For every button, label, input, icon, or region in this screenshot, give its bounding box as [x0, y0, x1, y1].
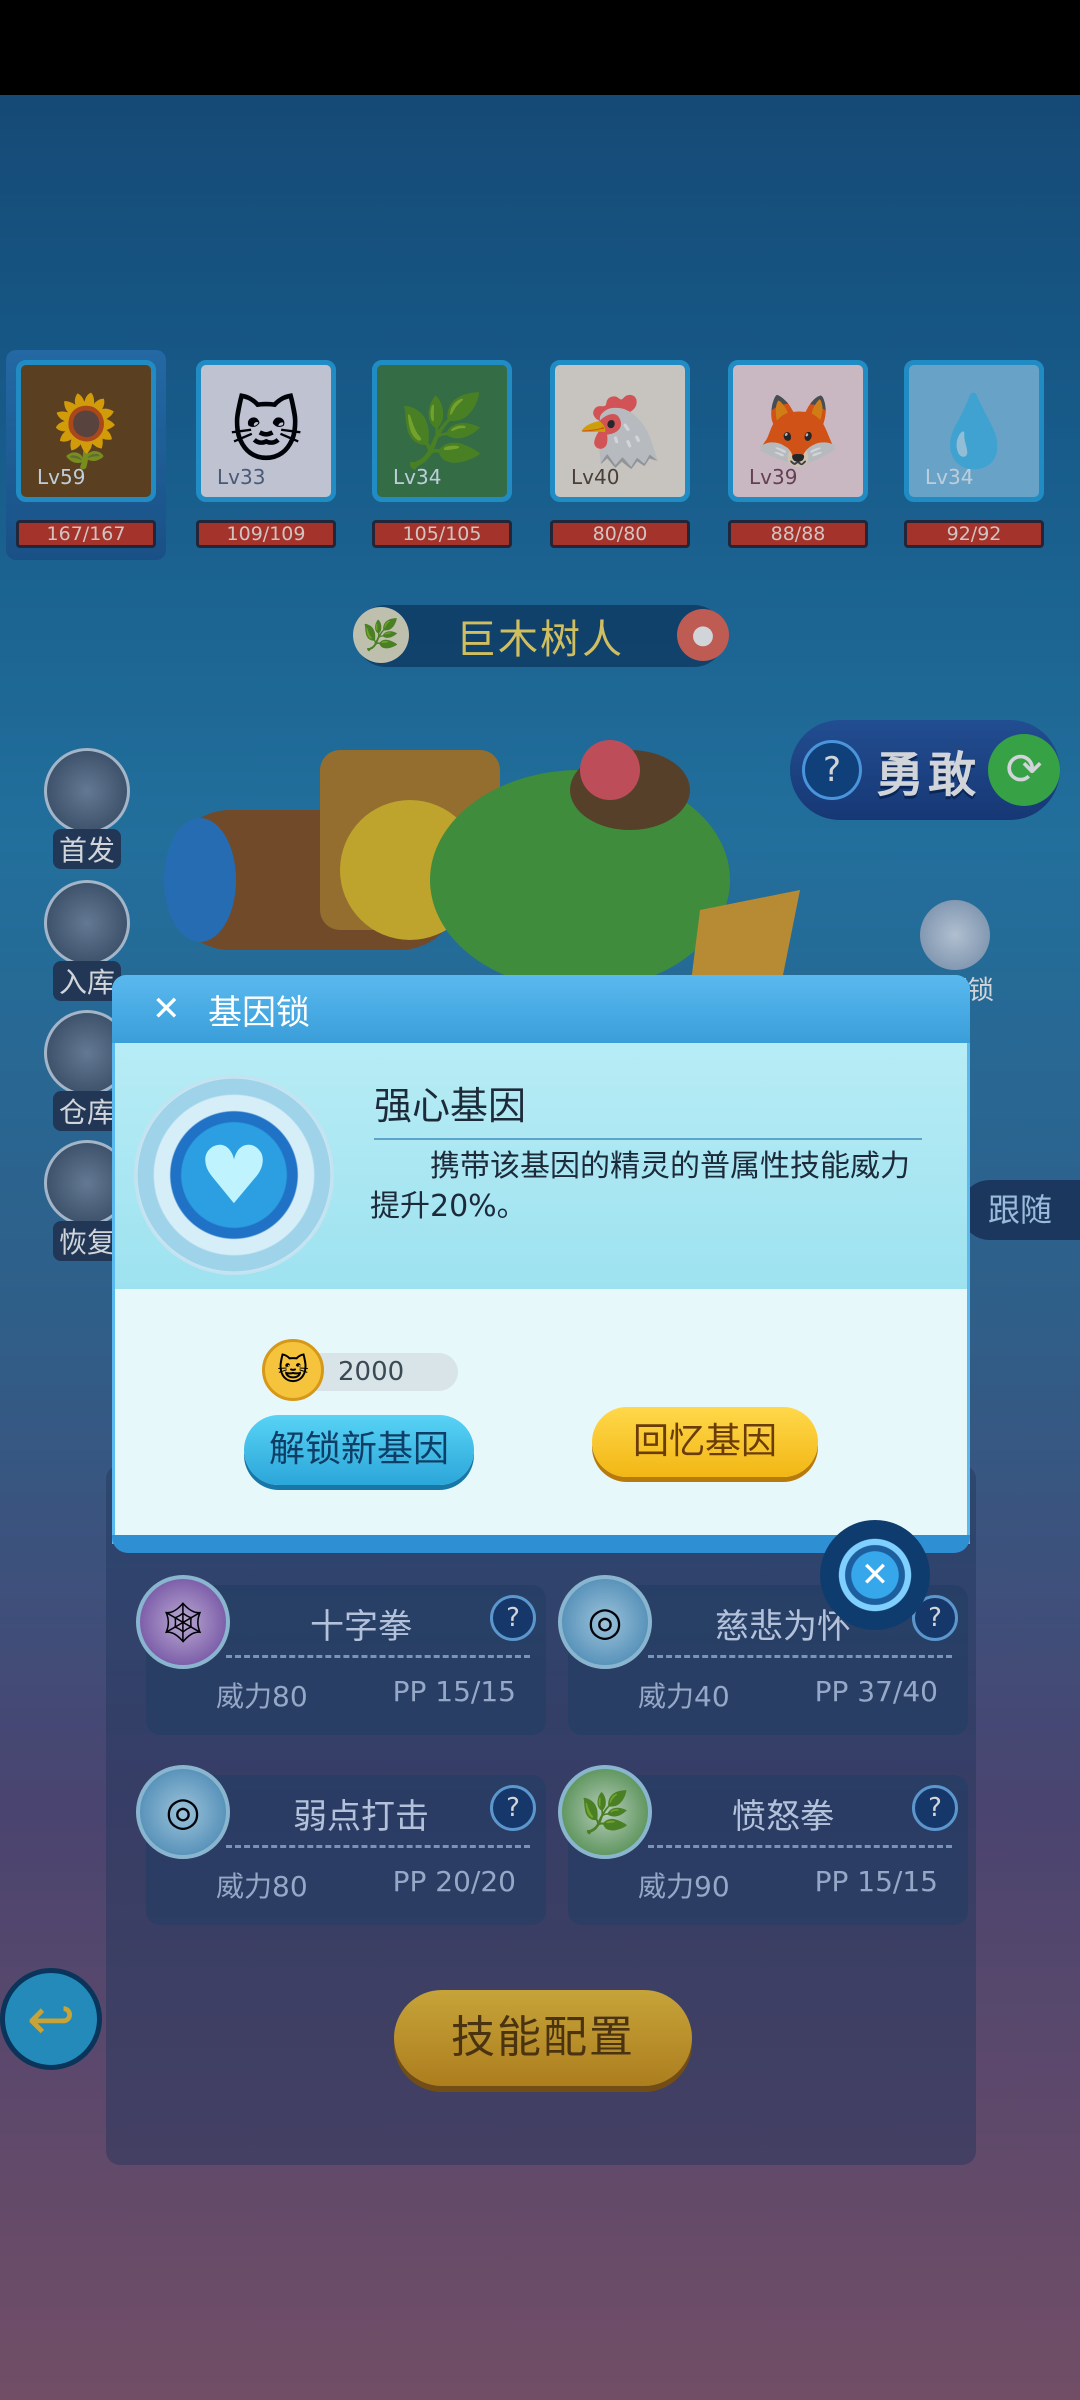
modal-header: ✕ 基因锁	[112, 975, 970, 1043]
unlock-gene-label: 解锁新基因	[268, 1429, 449, 1470]
recall-gene-button[interactable]: 回忆基因	[592, 1407, 818, 1477]
divider	[374, 1138, 922, 1140]
unlock-gene-button[interactable]: 解锁新基因	[244, 1415, 474, 1485]
modal-title: 基因锁	[208, 992, 310, 1033]
cat-coin-icon: 😺	[262, 1339, 324, 1401]
heart-icon: ♥	[198, 1128, 270, 1222]
gene-action-section	[112, 1289, 970, 1544]
gene-lock-modal: ✕ 基因锁 ♥ 强心基因 携带该基因的精灵的普属性技能威力提升20%。 2000…	[112, 975, 970, 1630]
gene-description: 携带该基因的精灵的普属性技能威力提升20%。	[370, 1149, 910, 1224]
gene-logo-icon: ✕	[152, 989, 181, 1029]
status-bar	[0, 0, 1080, 95]
recall-gene-label: 回忆基因	[632, 1421, 777, 1462]
close-icon: ✕	[860, 1555, 890, 1595]
close-button[interactable]: ✕	[820, 1520, 930, 1630]
unlock-cost: 2000 😺	[262, 1339, 562, 1401]
gene-badge: ♥	[134, 1075, 334, 1275]
gene-name: 强心基因	[374, 1084, 527, 1128]
